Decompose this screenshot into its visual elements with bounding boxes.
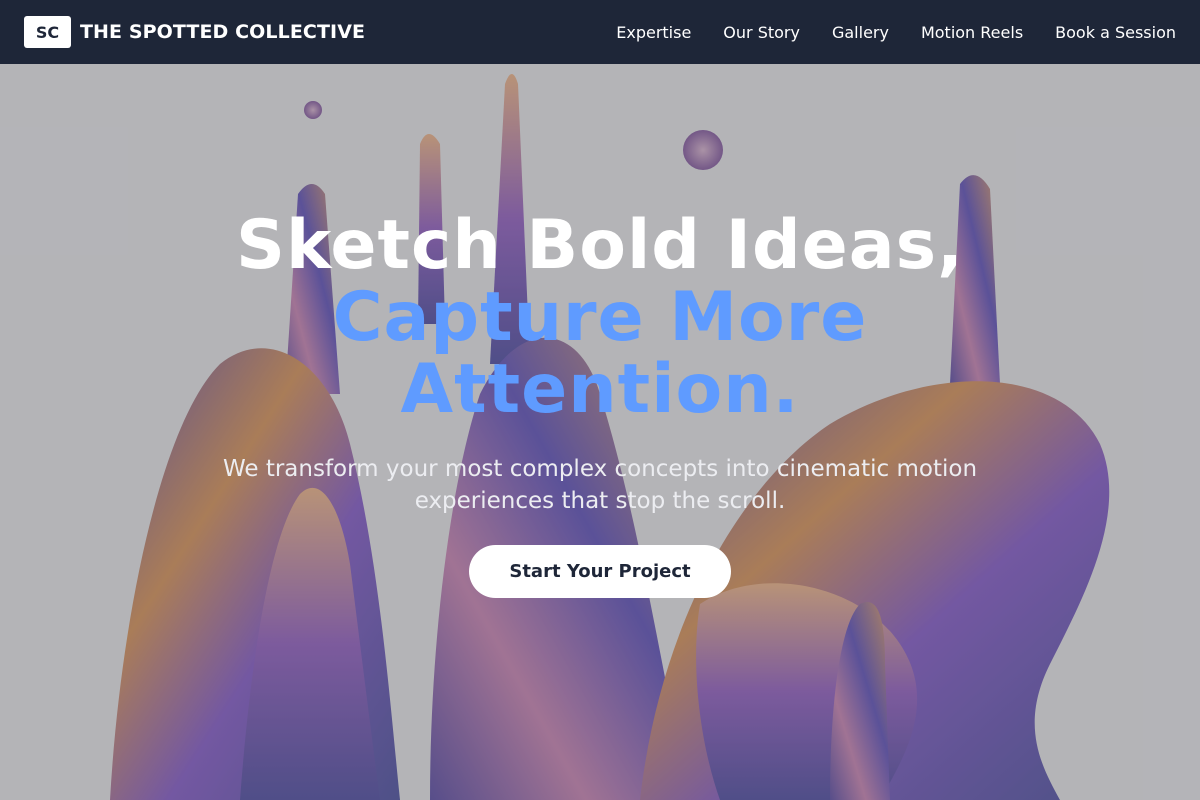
top-navbar: SC THE SPOTTED COLLECTIVE Expertise Our … [0,0,1200,64]
nav-link-our-story[interactable]: Our Story [723,23,800,42]
hero-section: Sketch Bold Ideas, Capture More Attentio… [0,64,1200,800]
nav-links: Expertise Our Story Gallery Motion Reels… [616,23,1176,42]
hero-subtext: We transform your most complex concepts … [222,456,978,514]
nav-link-expertise[interactable]: Expertise [616,23,691,42]
brand-logo-link[interactable]: SC THE SPOTTED COLLECTIVE [24,16,365,48]
headline-line-1: Sketch Bold Ideas, [236,206,964,285]
headline-line-2: Capture More [332,278,868,357]
nav-link-gallery[interactable]: Gallery [832,23,889,42]
logo-mark: SC [24,16,71,48]
hero-content: Sketch Bold Ideas, Capture More Attentio… [0,64,1200,800]
start-project-button[interactable]: Start Your Project [469,545,731,598]
nav-link-motion-reels[interactable]: Motion Reels [921,23,1023,42]
brand-name: THE SPOTTED COLLECTIVE [80,21,366,43]
hero-headline: Sketch Bold Ideas, Capture More Attentio… [150,210,1050,426]
headline-line-3: Attention. [400,350,800,429]
nav-link-book-a-session[interactable]: Book a Session [1055,23,1176,42]
